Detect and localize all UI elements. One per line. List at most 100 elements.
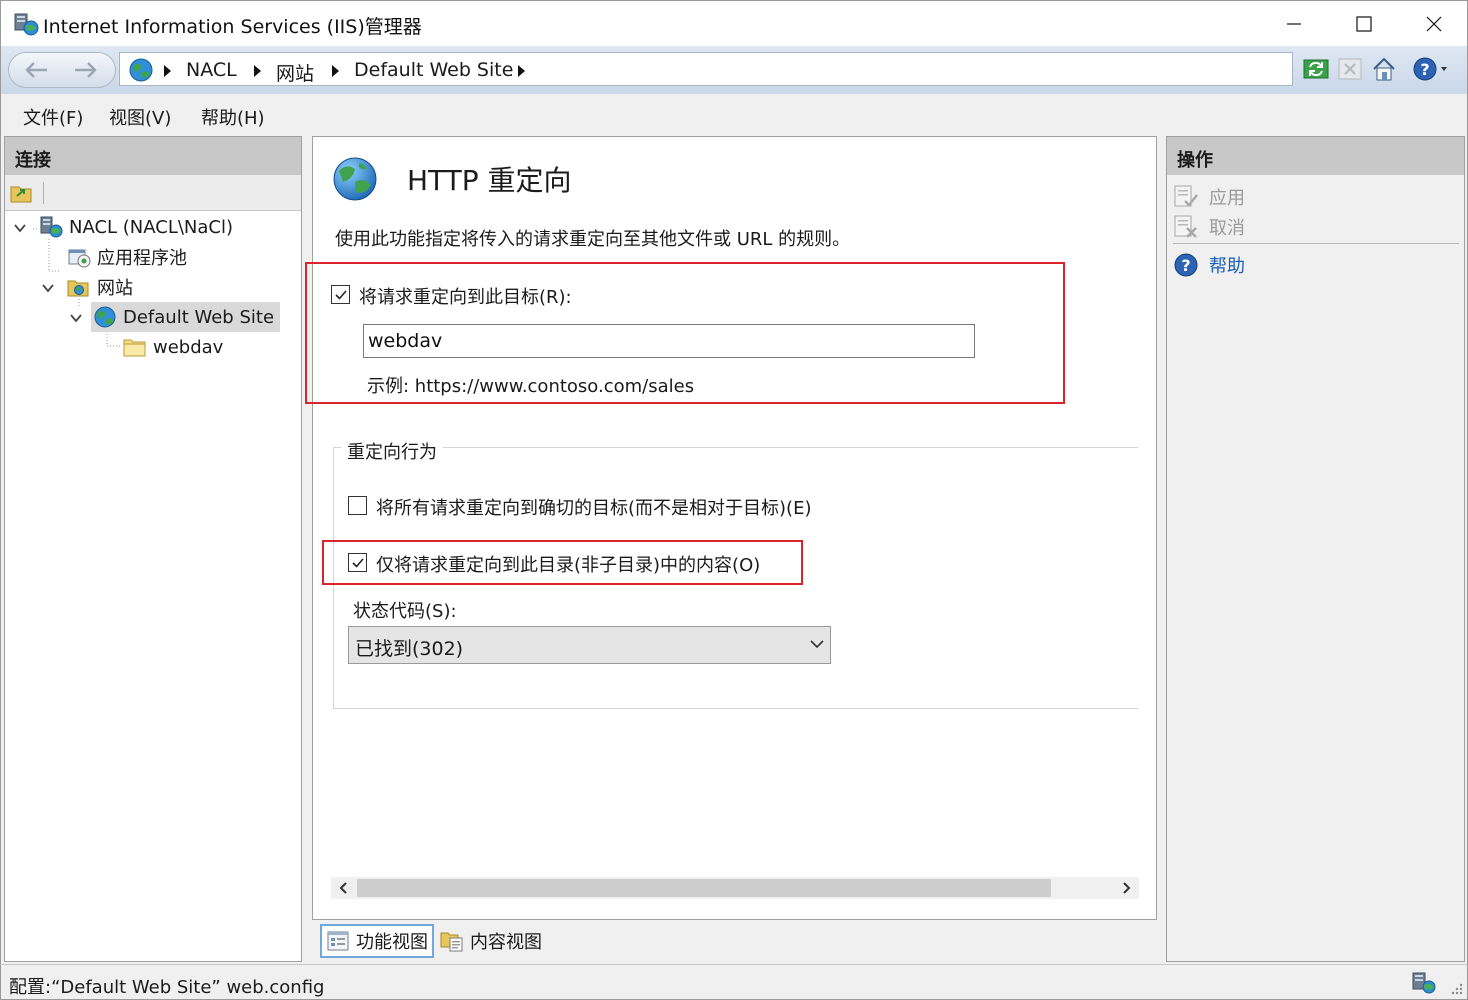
tree-item-sites[interactable]: 网站 bbox=[67, 272, 133, 302]
resize-grip-icon[interactable] bbox=[1449, 981, 1463, 995]
help-dropdown-button[interactable]: ? bbox=[1411, 54, 1451, 84]
scroll-left-icon[interactable] bbox=[337, 881, 351, 895]
redirect-checkbox-label[interactable]: 将请求重定向到此目标(R): bbox=[359, 283, 572, 309]
tree-item-app-pools[interactable]: 应用程序池 bbox=[67, 242, 187, 272]
back-arrow-icon bbox=[25, 62, 47, 78]
breadcrumb-item-default-web-site[interactable]: Default Web Site bbox=[354, 59, 513, 81]
svg-text:?: ? bbox=[1181, 256, 1190, 275]
action-help[interactable]: ? 帮助 bbox=[1173, 251, 1245, 279]
help-icon: ? bbox=[1413, 57, 1447, 81]
window-title: Internet Information Services (IIS)管理器 bbox=[43, 16, 422, 38]
toolbar-separator bbox=[43, 182, 44, 204]
redirect-example-text: 示例: https://www.contoso.com/sales bbox=[367, 376, 695, 397]
chevron-down-icon bbox=[810, 640, 824, 649]
stop-icon bbox=[1338, 58, 1362, 80]
connect-icon[interactable] bbox=[9, 181, 35, 205]
help-icon: ? bbox=[1174, 253, 1198, 277]
tab-features-view[interactable]: 功能视图 bbox=[320, 924, 434, 958]
collapse-chevron-icon[interactable] bbox=[69, 311, 83, 325]
server-icon bbox=[40, 216, 63, 238]
breadcrumb-arrow[interactable] bbox=[518, 65, 525, 77]
address-bar: NACL 网站 Default Web Site ? bbox=[0, 46, 1468, 94]
minimize-icon bbox=[1287, 23, 1301, 25]
http-redirect-globe-icon bbox=[333, 157, 377, 201]
action-apply[interactable]: 应用 bbox=[1173, 183, 1245, 211]
tree-item-default-web-site[interactable]: Default Web Site bbox=[91, 302, 281, 332]
globe-icon bbox=[94, 306, 116, 328]
iis-manager-icon bbox=[14, 13, 39, 36]
action-label: 帮助 bbox=[1209, 256, 1245, 277]
redirect-checkbox[interactable] bbox=[331, 285, 350, 304]
menu-file[interactable]: 文件(F) bbox=[23, 104, 83, 130]
collapse-chevron-icon[interactable] bbox=[13, 221, 27, 235]
action-label: 取消 bbox=[1209, 218, 1245, 239]
home-button[interactable] bbox=[1369, 54, 1399, 84]
breadcrumb-item-nacl[interactable]: NACL bbox=[186, 59, 237, 81]
breadcrumb-arrow[interactable] bbox=[164, 65, 171, 77]
application-pool-icon bbox=[68, 249, 91, 268]
feature-title: HTTP 重定向 bbox=[407, 164, 572, 197]
stop-button[interactable] bbox=[1335, 54, 1365, 84]
minimize-button[interactable] bbox=[1259, 1, 1329, 47]
close-button[interactable] bbox=[1399, 1, 1468, 47]
collapse-chevron-icon[interactable] bbox=[41, 281, 55, 295]
actions-pane: 操作 应用 取消 ? 帮助 bbox=[1166, 136, 1465, 962]
sites-folder-icon bbox=[67, 280, 89, 297]
status-code-select[interactable]: 已找到(302) bbox=[348, 626, 831, 664]
status-bar: 配置:“Default Web Site” web.config bbox=[0, 964, 1468, 1000]
breadcrumb-arrow[interactable] bbox=[254, 65, 261, 77]
checkmark-icon bbox=[352, 558, 364, 568]
menu-view[interactable]: 视图(V) bbox=[109, 104, 171, 130]
exact-destination-checkbox[interactable] bbox=[348, 496, 367, 515]
maximize-button[interactable] bbox=[1329, 1, 1399, 47]
exact-destination-checkbox-label[interactable]: 将所有请求重定向到确切的目标(而不是相对于目标)(E) bbox=[376, 494, 811, 520]
folder-icon bbox=[123, 339, 146, 357]
status-code-value: 已找到(302) bbox=[355, 638, 464, 660]
action-cancel[interactable]: 取消 bbox=[1173, 213, 1245, 241]
connections-toolbar bbox=[5, 175, 301, 211]
checkmark-icon bbox=[335, 290, 347, 300]
only-this-directory-checkbox-label[interactable]: 仅将请求重定向到此目录(非子目录)中的内容(O) bbox=[376, 551, 760, 577]
tree-item-label: NACL (NACL\NaCl) bbox=[69, 216, 234, 238]
status-code-label: 状态代码(S): bbox=[353, 601, 457, 622]
features-view-icon bbox=[327, 931, 349, 951]
tab-label: 功能视图 bbox=[356, 932, 428, 953]
back-button[interactable] bbox=[11, 55, 61, 85]
actions-title: 操作 bbox=[1177, 150, 1213, 171]
server-status-icon bbox=[1412, 972, 1436, 994]
address-field[interactable]: NACL 网站 Default Web Site bbox=[119, 52, 1293, 86]
redirect-target-input[interactable] bbox=[363, 324, 975, 358]
home-icon bbox=[1373, 57, 1395, 81]
tree-item-label: Default Web Site bbox=[123, 306, 275, 328]
tree-item-server[interactable]: NACL (NACL\NaCl) bbox=[39, 212, 233, 242]
scroll-right-icon[interactable] bbox=[1119, 881, 1133, 895]
horizontal-scrollbar[interactable] bbox=[331, 877, 1139, 899]
tree-item-webdav[interactable]: webdav bbox=[123, 332, 223, 362]
forward-button[interactable] bbox=[61, 55, 111, 85]
menu-help[interactable]: 帮助(H) bbox=[201, 104, 265, 130]
redirect-behavior-group-title: 重定向行为 bbox=[341, 438, 443, 464]
actions-header: 操作 bbox=[1167, 137, 1464, 175]
refresh-icon bbox=[1303, 59, 1329, 79]
breadcrumb-item-sites[interactable]: 网站 bbox=[276, 59, 314, 86]
breadcrumb-arrow[interactable] bbox=[332, 65, 339, 77]
connections-title: 连接 bbox=[15, 150, 51, 171]
menu-bar: 文件(F) 视图(V) 帮助(H) bbox=[0, 94, 1468, 134]
refresh-button[interactable] bbox=[1301, 54, 1331, 84]
only-this-directory-checkbox[interactable] bbox=[348, 553, 367, 572]
status-text: 配置:“Default Web Site” web.config bbox=[9, 977, 325, 998]
scrollbar-thumb[interactable] bbox=[357, 879, 1051, 897]
action-label: 应用 bbox=[1209, 188, 1245, 209]
view-tabs: 功能视图 内容视图 bbox=[312, 922, 1157, 960]
maximize-icon bbox=[1356, 16, 1372, 32]
tree-item-label: 网站 bbox=[97, 278, 133, 299]
svg-text:?: ? bbox=[1420, 60, 1429, 79]
tab-label: 内容视图 bbox=[470, 932, 542, 953]
actions-separator bbox=[1173, 243, 1459, 244]
tree-item-label: 应用程序池 bbox=[97, 248, 187, 269]
feature-pane: HTTP 重定向 使用此功能指定将传入的请求重定向至其他文件或 URL 的规则。… bbox=[305, 136, 1157, 920]
tab-content-view[interactable]: 内容视图 bbox=[436, 924, 546, 958]
connections-header: 连接 bbox=[5, 137, 301, 175]
forward-arrow-icon bbox=[75, 62, 97, 78]
navigation-buttons bbox=[8, 52, 116, 88]
